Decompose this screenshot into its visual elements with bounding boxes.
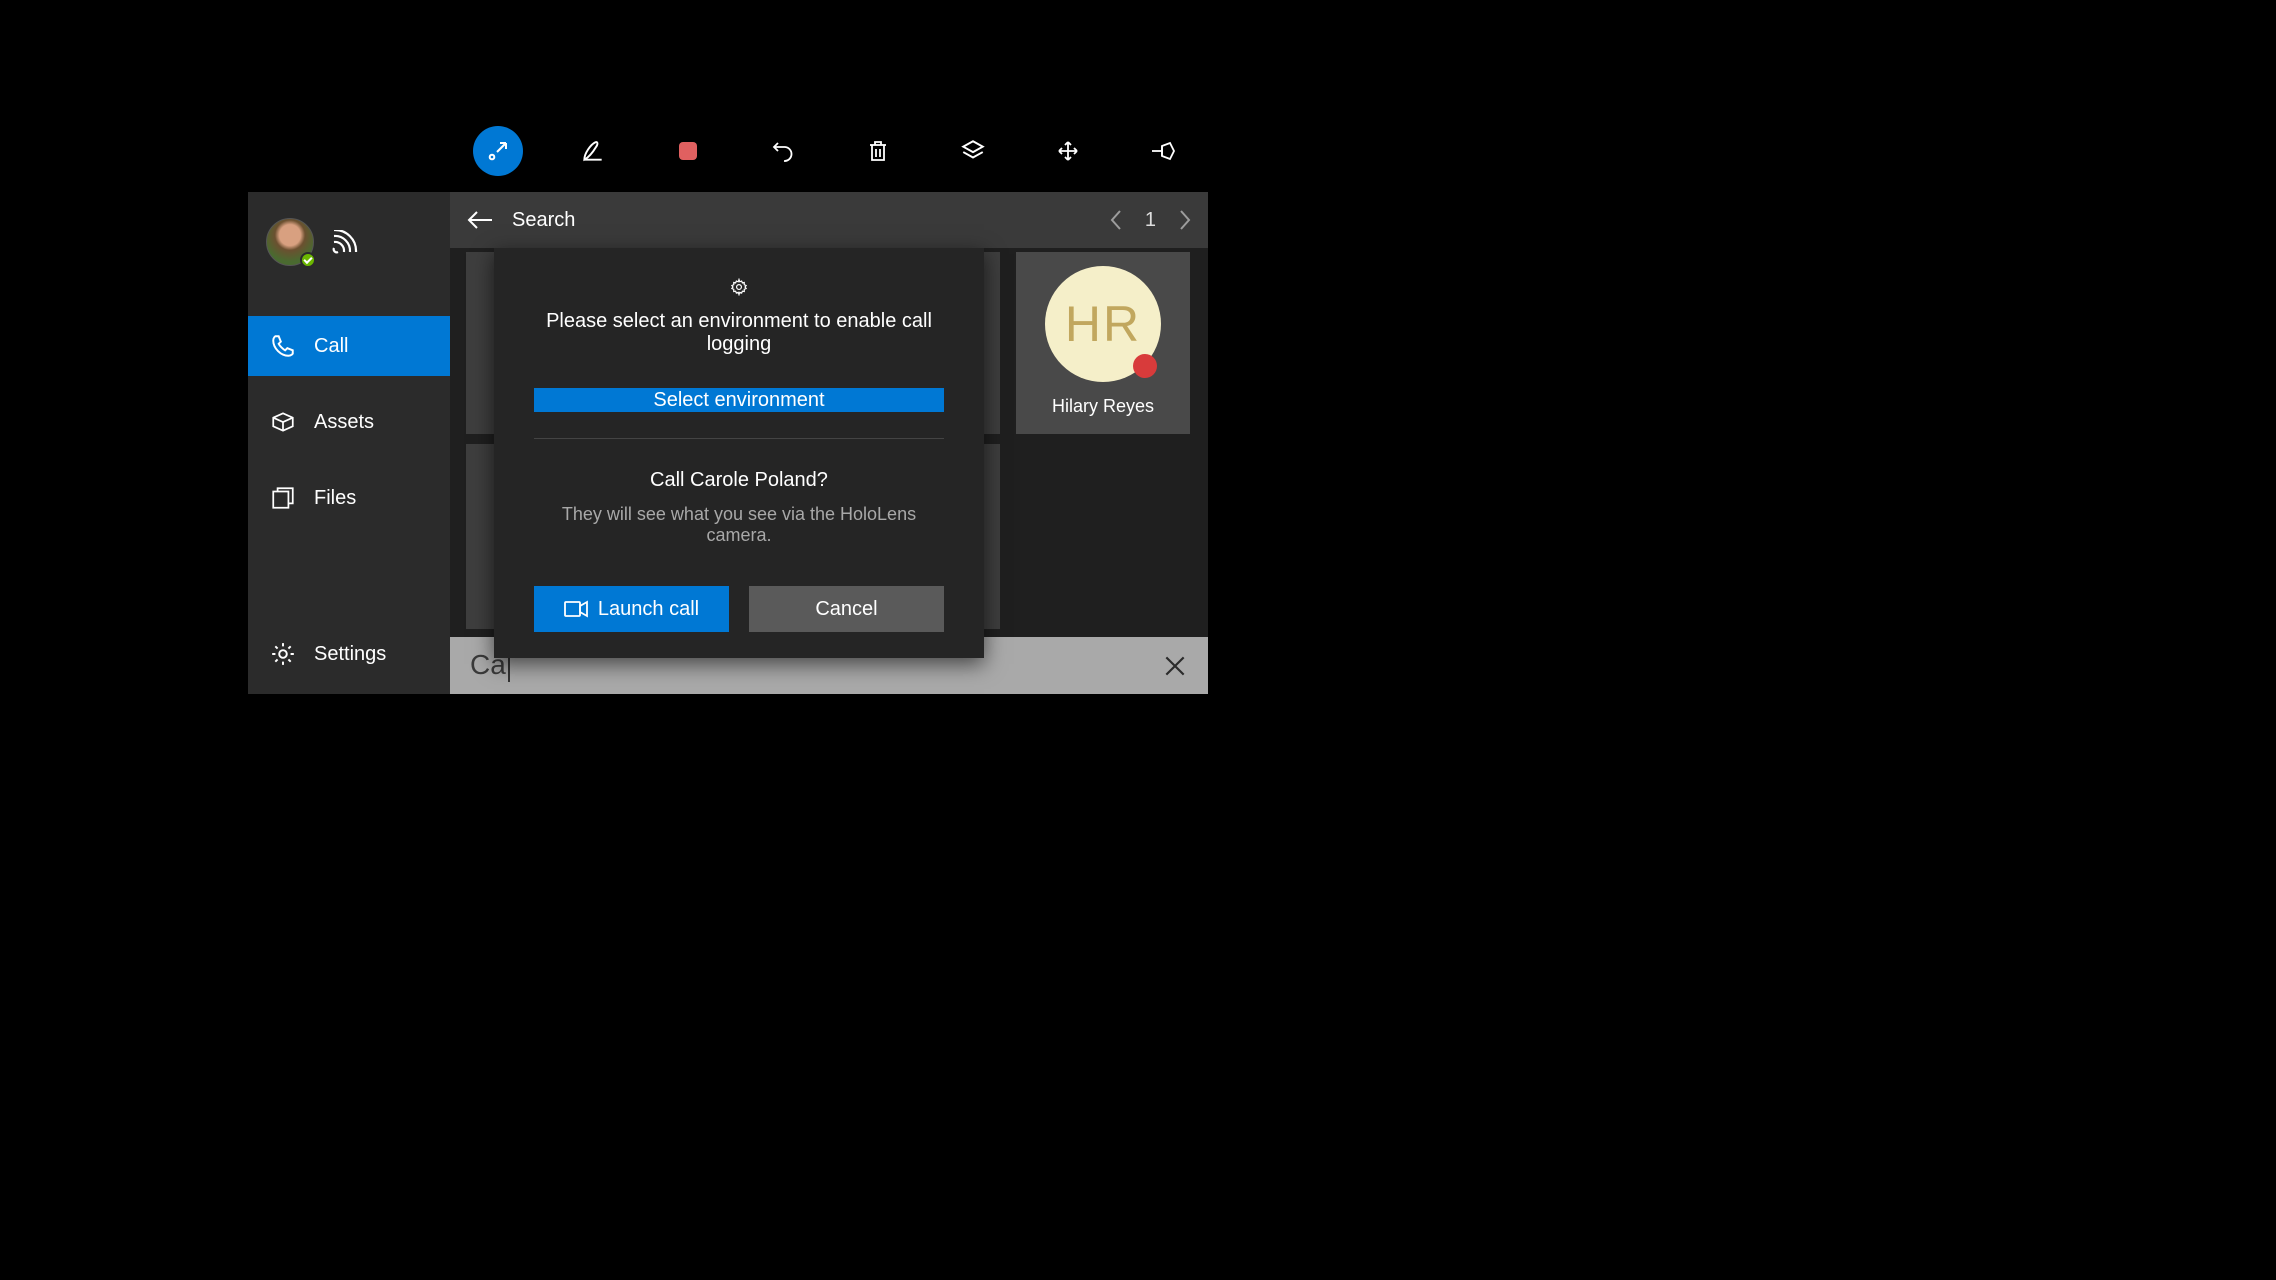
presence-available-icon <box>300 252 316 268</box>
user-avatar[interactable] <box>266 218 314 266</box>
pager: 1 <box>1109 209 1192 232</box>
move-button[interactable] <box>1020 126 1115 176</box>
sidebar-item-files[interactable]: Files <box>248 468 450 528</box>
back-arrow-icon <box>466 210 494 230</box>
video-icon <box>564 600 588 618</box>
pager-number: 1 <box>1145 209 1156 232</box>
layers-button[interactable] <box>925 126 1020 176</box>
sidebar-item-settings[interactable]: Settings <box>248 624 386 684</box>
dialog-call-question: Call Carole Poland? <box>650 469 828 492</box>
contact-avatar: HR <box>1045 266 1161 382</box>
contact-card[interactable]: HR Hilary Reyes <box>1016 252 1190 434</box>
ink-icon <box>580 138 606 164</box>
clear-search-button[interactable] <box>1162 653 1188 679</box>
move-icon <box>1056 139 1080 163</box>
chevron-right-icon <box>1178 209 1192 231</box>
back-button[interactable] <box>466 210 494 230</box>
contact-name: Hilary Reyes <box>1052 396 1154 417</box>
stop-record-icon <box>676 139 700 163</box>
pager-next[interactable] <box>1178 209 1192 231</box>
sidebar-item-label: Settings <box>314 643 386 666</box>
delete-button[interactable] <box>830 126 925 176</box>
wifi-icon <box>332 230 362 254</box>
topbar: Search 1 <box>450 192 1208 248</box>
stop-record-button[interactable] <box>640 126 735 176</box>
close-icon <box>1162 653 1188 679</box>
dialog-call-subtext: They will see what you see via the HoloL… <box>534 504 944 546</box>
gear-icon <box>270 641 296 667</box>
sidebar: Call Assets Files <box>248 192 450 694</box>
contact-initials: HR <box>1065 295 1141 353</box>
gear-icon <box>722 278 756 296</box>
sidebar-header <box>248 192 450 292</box>
sidebar-nav: Call Assets Files <box>248 292 450 614</box>
undo-icon <box>771 139 795 163</box>
undo-button[interactable] <box>735 126 830 176</box>
hololens-toolbar <box>450 126 1210 176</box>
delete-icon <box>866 139 890 163</box>
sidebar-item-assets[interactable]: Assets <box>248 392 450 452</box>
select-environment-button[interactable]: Select environment <box>534 388 944 412</box>
presence-busy-icon <box>1133 354 1157 378</box>
sidebar-item-label: Call <box>314 335 348 358</box>
follow-button[interactable] <box>450 126 545 176</box>
dialog-environment-message: Please select an environment to enable c… <box>534 310 944 356</box>
follow-icon <box>486 139 510 163</box>
page-title: Search <box>512 209 575 232</box>
ink-button[interactable] <box>545 126 640 176</box>
dialog-divider <box>534 438 944 439</box>
sidebar-item-label: Files <box>314 487 356 510</box>
pager-prev[interactable] <box>1109 209 1123 231</box>
sidebar-item-call[interactable]: Call <box>248 316 450 376</box>
phone-icon <box>270 333 296 359</box>
pin-button[interactable] <box>1115 126 1210 176</box>
assets-icon <box>270 409 296 435</box>
pin-icon <box>1150 140 1176 162</box>
sidebar-item-label: Assets <box>314 411 374 434</box>
launch-call-button[interactable]: Launch call <box>534 586 729 632</box>
files-icon <box>270 485 296 511</box>
cancel-button[interactable]: Cancel <box>749 586 944 632</box>
call-dialog: Please select an environment to enable c… <box>494 248 984 658</box>
chevron-left-icon <box>1109 209 1123 231</box>
layers-icon <box>960 138 986 164</box>
